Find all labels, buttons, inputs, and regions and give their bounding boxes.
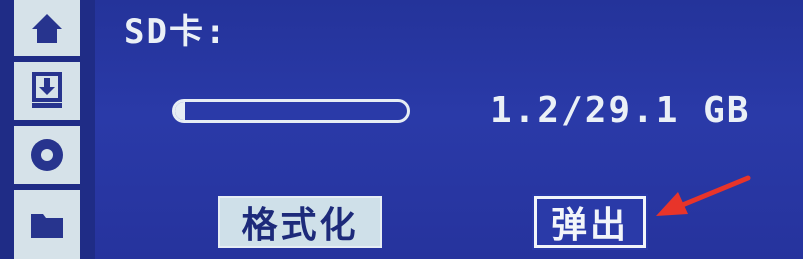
sidebar-item-files[interactable] bbox=[14, 190, 80, 259]
sidebar-item-disc[interactable] bbox=[14, 126, 80, 184]
home-icon bbox=[32, 14, 62, 43]
storage-usage-text: 1.2/29.1 GB bbox=[490, 90, 751, 131]
format-button[interactable]: 格式化 bbox=[218, 196, 382, 248]
eject-button[interactable]: 弹出 bbox=[532, 194, 648, 250]
folder-icon bbox=[31, 213, 63, 238]
download-icon bbox=[32, 72, 62, 108]
sidebar bbox=[0, 0, 95, 259]
storage-title: SD卡: bbox=[124, 12, 228, 52]
storage-usage-fill bbox=[175, 102, 185, 120]
device-screen: SD卡: 1.2/29.1 GB 格式化 弹出 bbox=[0, 0, 803, 259]
disc-icon bbox=[31, 139, 63, 171]
sidebar-item-home[interactable] bbox=[14, 0, 80, 56]
storage-usage-bar bbox=[172, 99, 410, 123]
annotation-arrow-icon bbox=[656, 175, 751, 216]
sidebar-item-download[interactable] bbox=[14, 62, 80, 120]
